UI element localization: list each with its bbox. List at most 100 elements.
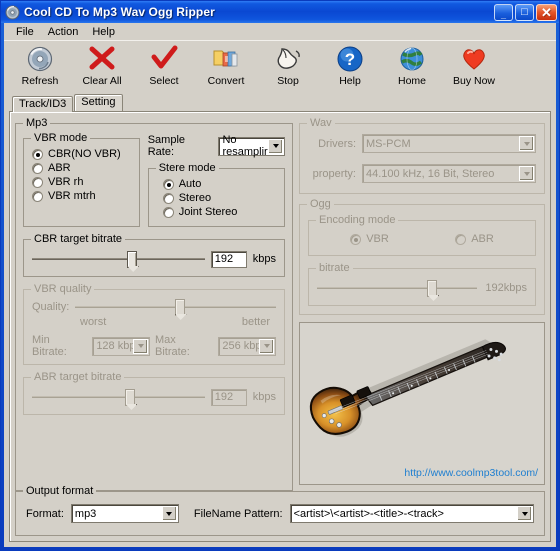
radio-indicator — [455, 233, 467, 245]
radio-label: Stereo — [178, 192, 212, 204]
radio-vbr-mtrh[interactable]: VBR mtrh — [32, 190, 133, 202]
slider-thumb[interactable] — [427, 280, 438, 297]
promo-url-text[interactable]: http://www.coolmp3tool.com/ — [404, 467, 538, 479]
blue-question-icon: ? — [336, 44, 364, 74]
abr-bitrate-slider[interactable] — [32, 388, 205, 406]
abr-bitrate-unit: kbps — [252, 391, 276, 403]
wav-ogg-column: Wav Drivers: MS-PCM property: 44.100 kHz… — [299, 117, 545, 485]
chevron-down-icon[interactable] — [519, 166, 534, 181]
red-x-icon — [88, 44, 116, 74]
min-bitrate-combo[interactable]: 128 kbp — [92, 336, 150, 356]
toolbar-button-home[interactable]: Home — [386, 44, 438, 87]
vbr-mode-title: VBR mode — [31, 132, 91, 144]
format-label: Format: — [26, 507, 64, 520]
menu-item-file[interactable]: File — [9, 25, 41, 39]
max-bitrate-value: 256 kbp — [222, 340, 262, 352]
toolbar-button-buy-now[interactable]: Buy Now — [448, 44, 500, 87]
wav-drivers-combo[interactable]: MS-PCM — [362, 134, 536, 153]
radio-abr[interactable]: ABR — [32, 162, 133, 174]
radio-ogg-vbr[interactable]: VBR — [350, 233, 389, 245]
slider-thumb[interactable] — [127, 251, 138, 268]
ogg-bitrate-title: bitrate — [316, 262, 353, 274]
vbr-quality-group: VBR quality Quality: worst better Min Bi… — [23, 283, 285, 365]
cbr-target-bitrate-group: CBR target bitrate 192 kbps — [23, 233, 285, 277]
red-heart-icon — [460, 44, 488, 74]
format-combo[interactable]: mp3 — [70, 504, 179, 523]
radio-vbr-rh[interactable]: VBR rh — [32, 176, 133, 188]
chevron-down-icon[interactable] — [133, 338, 148, 354]
radio-label: ABR — [48, 162, 71, 174]
vbr-quality-slider[interactable] — [75, 298, 276, 316]
vbr-quality-title: VBR quality — [31, 283, 95, 295]
mp3-group-title: Mp3 — [23, 117, 51, 129]
sample-stereo-column: Sample Rate: No resamplir Stere mode Aut… — [147, 132, 285, 227]
radio-label: VBR — [366, 233, 389, 245]
tab-label: Setting — [81, 96, 116, 108]
abr-target-bitrate-group: ABR target bitrate 192 kbps — [23, 371, 285, 415]
minimize-icon: _ — [500, 9, 506, 20]
max-bitrate-combo[interactable]: 256 kbp — [218, 336, 277, 356]
cd-disc-icon — [5, 5, 20, 20]
radio-label: VBR mtrh — [48, 190, 96, 202]
radio-label: Auto — [178, 178, 202, 190]
settings-page: Mp3 VBR mode CBR(NO VBR) ABR VBR rh VBR … — [9, 111, 551, 542]
ogg-group-title: Ogg — [307, 198, 334, 210]
sample-rate-row: Sample Rate: No resamplir — [148, 134, 285, 158]
filename-pattern-value: <artist>\<artist>-<title>-<track> — [293, 507, 444, 520]
toolbar-button-clear-all[interactable]: Clear All — [76, 44, 128, 87]
toolbar-label: Stop — [277, 75, 299, 87]
toolbar-button-refresh[interactable]: Refresh — [14, 44, 66, 87]
slider-thumb[interactable] — [125, 389, 136, 406]
radio-stereo[interactable]: Stereo — [162, 192, 278, 204]
ogg-encoding-mode-title: Encoding mode — [316, 214, 399, 226]
toolbar-button-select[interactable]: Select — [138, 44, 190, 87]
wav-property-value: 44.100 kHz, 16 Bit, Stereo — [366, 167, 495, 180]
mp3-group: Mp3 VBR mode CBR(NO VBR) ABR VBR rh VBR … — [15, 117, 293, 491]
quality-max-label: better — [241, 316, 270, 328]
cbr-bitrate-input[interactable]: 192 — [210, 250, 247, 268]
radio-ogg-abr[interactable]: ABR — [455, 233, 494, 245]
cbr-bitrate-slider[interactable] — [32, 250, 205, 268]
radio-label: Joint Stereo — [178, 206, 238, 218]
slider-thumb[interactable] — [174, 299, 185, 316]
tab-track-id3[interactable]: Track/ID3 — [12, 96, 74, 112]
radio-indicator — [32, 148, 43, 160]
radio-auto[interactable]: Auto — [162, 178, 278, 190]
chevron-down-icon[interactable] — [259, 338, 275, 354]
tab-setting[interactable]: Setting — [74, 94, 123, 111]
min-bitrate-value: 128 kbp — [96, 340, 136, 352]
radio-indicator — [162, 178, 174, 190]
toolbar-button-help[interactable]: ? Help — [324, 44, 376, 87]
max-bitrate-label: Max Bitrate: — [155, 334, 190, 358]
toolbar-label: Home — [397, 75, 426, 87]
toolbar-button-stop[interactable]: Stop — [262, 44, 314, 87]
abr-bitrate-input[interactable]: 192 — [210, 388, 247, 406]
radio-joint-stereo[interactable]: Joint Stereo — [162, 206, 278, 218]
client-area: File Action Help Refresh Clear All Selec… — [4, 23, 556, 547]
filename-pattern-combo[interactable]: <artist>\<artist>-<title>-<track> — [289, 504, 534, 523]
chevron-down-icon[interactable] — [268, 138, 283, 154]
min-bitrate-label: Min Bitrate: — [32, 334, 67, 358]
toolbar-label: Convert — [207, 75, 245, 87]
stereo-mode-group: Stere mode Auto Stereo Joint Stereo — [147, 162, 285, 227]
chevron-down-icon[interactable] — [161, 506, 177, 521]
chevron-down-icon[interactable] — [517, 506, 532, 521]
radio-indicator — [162, 206, 174, 218]
ogg-bitrate-slider[interactable] — [317, 279, 478, 297]
radio-indicator — [32, 176, 43, 188]
toolbar-button-convert[interactable]: Convert — [200, 44, 252, 87]
ogg-encoding-mode-group: Encoding mode VBR ABR — [308, 214, 536, 256]
red-check-icon — [150, 44, 178, 74]
sample-rate-combo[interactable]: No resamplir — [218, 134, 285, 158]
wav-property-combo[interactable]: 44.100 kHz, 16 Bit, Stereo — [362, 164, 536, 183]
tab-strip: Track/ID3 Setting — [4, 94, 556, 112]
radio-cbr-no-vbr[interactable]: CBR(NO VBR) — [32, 148, 133, 160]
radio-label: ABR — [471, 233, 494, 245]
maximize-button[interactable]: □ — [515, 3, 534, 21]
close-button[interactable]: ✕ — [536, 3, 557, 21]
menu-item-help[interactable]: Help — [85, 25, 122, 39]
settings-columns: Mp3 VBR mode CBR(NO VBR) ABR VBR rh VBR … — [15, 117, 545, 491]
chevron-down-icon[interactable] — [519, 136, 534, 151]
minimize-button[interactable]: _ — [494, 3, 513, 21]
menu-item-action[interactable]: Action — [41, 25, 86, 39]
